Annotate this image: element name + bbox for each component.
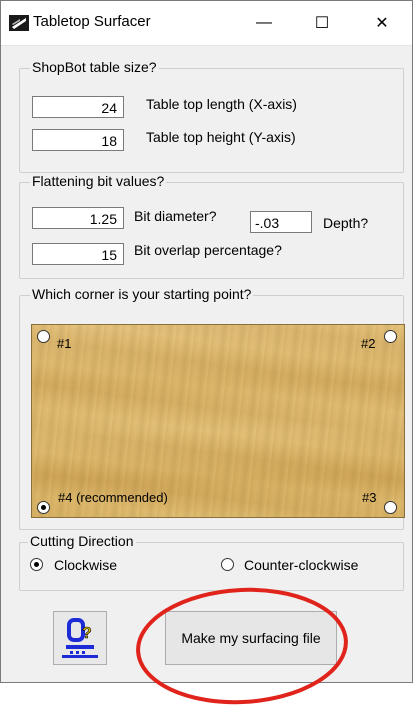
close-button[interactable]: ✕ [359, 1, 405, 45]
app-window: Tabletop Surfacer — ☐ ✕ ShopBot table si… [0, 0, 413, 683]
bit-overlap-input[interactable]: 15 [32, 243, 124, 265]
corner-1-label: #1 [57, 336, 72, 351]
maximize-button[interactable]: ☐ [299, 1, 345, 45]
bit-diameter-label: Bit diameter? [134, 208, 217, 224]
help-icon: ? [62, 618, 98, 658]
app-logo-icon [9, 15, 29, 31]
starting-corner-group: Which corner is your starting point? #1 … [19, 286, 405, 530]
help-button[interactable]: ? [53, 611, 107, 665]
cutting-direction-legend: Cutting Direction [28, 533, 136, 549]
table-height-label: Table top height (Y-axis) [146, 129, 296, 145]
corner-2-label: #2 [361, 336, 376, 351]
bit-overlap-label: Bit overlap percentage? [134, 242, 282, 258]
corner-3-label: #3 [362, 490, 377, 505]
clockwise-label: Clockwise [54, 557, 118, 573]
bit-values-group: Flattening bit values? 1.25 Bit diameter… [19, 173, 404, 279]
starting-corner-legend: Which corner is your starting point? [30, 286, 254, 302]
tabletop-wood-image: #1 #2 #3 #4 (recommended) [31, 324, 405, 518]
table-length-input[interactable]: 24 [32, 96, 124, 118]
clockwise-radio[interactable] [30, 558, 43, 571]
bit-values-legend: Flattening bit values? [30, 173, 167, 189]
minimize-button[interactable]: — [241, 1, 287, 45]
table-length-label: Table top length (X-axis) [146, 96, 297, 112]
title-bar: Tabletop Surfacer — ☐ ✕ [1, 1, 412, 46]
make-surfacing-file-button[interactable]: Make my surfacing file [165, 611, 337, 665]
svg-text:?: ? [82, 625, 92, 642]
counter-clockwise-label: Counter-clockwise [244, 557, 359, 573]
corner-4-label: #4 (recommended) [58, 490, 168, 505]
corner-3-radio[interactable] [384, 501, 397, 514]
table-size-group: ShopBot table size? 24 Table top length … [19, 59, 404, 173]
table-height-input[interactable]: 18 [32, 129, 124, 151]
corner-4-radio[interactable] [37, 501, 50, 514]
corner-2-radio[interactable] [384, 330, 397, 343]
window-title: Tabletop Surfacer [33, 13, 151, 30]
depth-input[interactable]: -.03 [250, 211, 312, 233]
cutting-direction-group: Cutting Direction Clockwise Counter-cloc… [19, 533, 404, 591]
depth-label: Depth? [323, 215, 369, 231]
bit-diameter-input[interactable]: 1.25 [32, 207, 124, 229]
table-size-legend: ShopBot table size? [30, 59, 159, 75]
corner-1-radio[interactable] [37, 330, 50, 343]
counter-clockwise-radio[interactable] [221, 558, 234, 571]
